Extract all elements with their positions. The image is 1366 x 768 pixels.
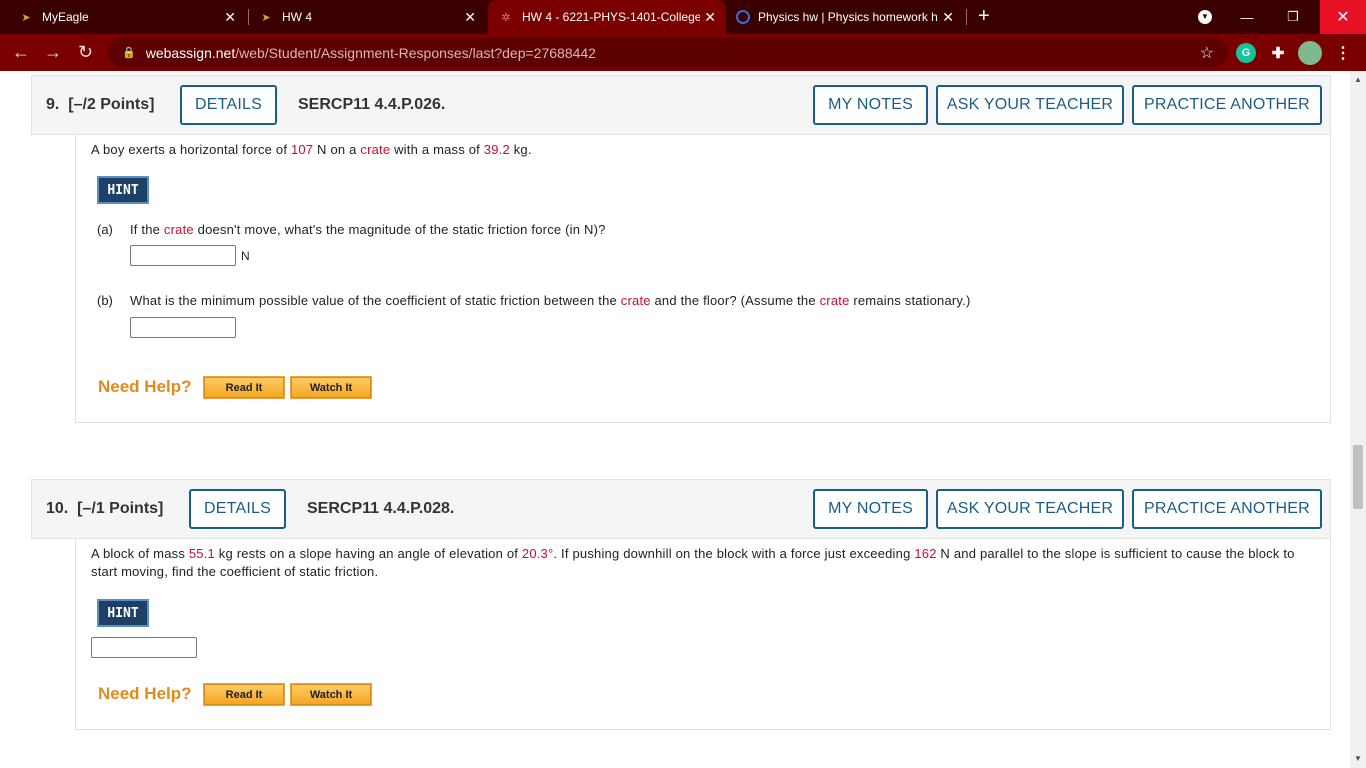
question-code: SERCP11 4.4.P.026. — [298, 96, 446, 113]
reload-icon[interactable]: ↻ — [78, 42, 93, 63]
hw4-favicon-icon: ➤ — [261, 11, 271, 24]
question-10-body: A block of mass 55.1 kg rests on a slope… — [75, 539, 1331, 730]
tab-title: HW 4 - 6221-PHYS-1401-College — [522, 10, 700, 24]
profile-dropdown-icon[interactable]: ▼ — [1192, 0, 1218, 34]
part-b-label: (b) — [97, 293, 113, 308]
question-9-header: 9. [–/2 Points] DETAILS SERCP11 4.4.P.02… — [31, 75, 1331, 135]
read-it-button[interactable]: Read It — [203, 376, 285, 399]
scrollbar-thumb[interactable] — [1353, 445, 1363, 509]
question-number: 10. [–/1 Points] — [46, 500, 164, 517]
tab-title: Physics hw | Physics homework h — [758, 10, 938, 24]
avatar[interactable] — [1298, 41, 1322, 65]
grammarly-icon[interactable]: G — [1236, 43, 1256, 63]
tab-divider — [966, 9, 967, 25]
tab-physics-hw[interactable]: Physics hw | Physics homework h ✕ — [736, 0, 964, 34]
details-button[interactable]: DETAILS — [180, 85, 277, 125]
webassign-favicon-icon: ✲ — [501, 11, 511, 24]
question-number: 9. [–/2 Points] — [46, 96, 155, 113]
url-host: webassign.net — [145, 44, 236, 61]
forward-arrow-icon[interactable]: → — [44, 42, 62, 63]
page-content: 9. [–/2 Points] DETAILS SERCP11 4.4.P.02… — [0, 71, 1350, 768]
unit-label: N — [241, 249, 250, 263]
tab-hw4-webassign[interactable]: ✲ HW 4 - 6221-PHYS-1401-College ✕ — [488, 0, 726, 34]
question-9-body: A boy exerts a horizontal force of 107 N… — [75, 135, 1331, 423]
need-help-label: Need Help? — [98, 377, 192, 396]
tab-close-icon[interactable]: ✕ — [704, 9, 716, 26]
back-arrow-icon[interactable]: ← — [12, 42, 30, 63]
question-10-text: A block of mass 55.1 kg rests on a slope… — [91, 546, 1295, 579]
tab-close-icon[interactable]: ✕ — [464, 9, 476, 26]
part-a-text: If the crate doesn't move, what's the ma… — [130, 222, 606, 237]
page-scrollbar[interactable]: ▲ ▼ — [1350, 71, 1366, 768]
hint-button[interactable]: HINT — [97, 176, 149, 204]
my-notes-button[interactable]: MY NOTES — [813, 489, 928, 529]
question-10-header: 10. [–/1 Points] DETAILS SERCP11 4.4.P.0… — [31, 479, 1331, 539]
practice-another-button[interactable]: PRACTICE ANOTHER — [1132, 489, 1322, 529]
my-notes-button[interactable]: MY NOTES — [813, 85, 928, 125]
details-button[interactable]: DETAILS — [189, 489, 286, 529]
part-a-label: (a) — [97, 222, 113, 237]
question-9-text: A boy exerts a horizontal force of 107 N… — [91, 142, 532, 157]
tab-strip: ➤ MyEagle ✕ ➤ HW 4 ✕ ✲ HW 4 - 6221-PHYS-… — [0, 0, 1366, 34]
lock-icon: 🔒 — [122, 47, 136, 59]
address-bar[interactable]: 🔒 webassign.net /web/Student/Assignment-… — [108, 38, 1228, 67]
ask-teacher-button[interactable]: ASK YOUR TEACHER — [936, 85, 1124, 125]
practice-another-button[interactable]: PRACTICE ANOTHER — [1132, 85, 1322, 125]
question-code: SERCP11 4.4.P.028. — [307, 500, 455, 517]
tab-title: HW 4 — [282, 10, 312, 24]
tab-divider — [248, 9, 249, 25]
answer-input-b[interactable] — [130, 317, 236, 338]
read-it-button[interactable]: Read It — [203, 683, 285, 706]
browser-menu-icon[interactable]: ⋮ — [1333, 43, 1353, 63]
watch-it-button[interactable]: Watch It — [290, 376, 372, 399]
hint-button[interactable]: HINT — [97, 599, 149, 627]
physics-favicon-icon — [736, 10, 750, 24]
watch-it-button[interactable]: Watch It — [290, 683, 372, 706]
restore-icon[interactable]: ❐ — [1276, 0, 1310, 34]
tab-myeagle[interactable]: ➤ MyEagle ✕ — [18, 0, 246, 34]
bookmark-star-icon[interactable]: ☆ — [1200, 43, 1214, 63]
url-path: /web/Student/Assignment-Responses/last?d… — [235, 44, 596, 61]
tab-hw4[interactable]: ➤ HW 4 ✕ — [258, 0, 486, 34]
extensions-puzzle-icon[interactable]: ✚ — [1268, 43, 1288, 63]
tab-title: MyEagle — [42, 10, 89, 24]
tab-close-icon[interactable]: ✕ — [224, 9, 236, 26]
answer-input[interactable] — [91, 637, 197, 658]
close-window-icon[interactable]: ✕ — [1320, 0, 1366, 34]
answer-input-a[interactable] — [130, 245, 236, 266]
scroll-up-icon[interactable]: ▲ — [1354, 75, 1362, 84]
myeagle-favicon-icon: ➤ — [21, 11, 31, 24]
part-b-text: What is the minimum possible value of th… — [130, 293, 971, 308]
browser-toolbar: ← → ↻ 🔒 webassign.net /web/Student/Assig… — [0, 34, 1366, 71]
new-tab-icon[interactable]: + — [978, 5, 990, 28]
minimize-icon[interactable]: — — [1230, 0, 1264, 34]
ask-teacher-button[interactable]: ASK YOUR TEACHER — [936, 489, 1124, 529]
tab-close-icon[interactable]: ✕ — [942, 9, 954, 26]
need-help-label: Need Help? — [98, 684, 192, 703]
scroll-down-icon[interactable]: ▼ — [1354, 754, 1362, 763]
